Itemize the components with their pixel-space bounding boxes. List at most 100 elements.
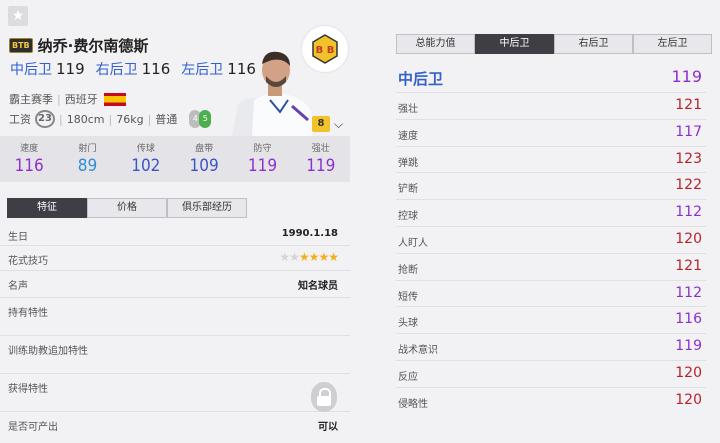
attribute-row: 反应 120 [396,359,706,387]
player-portrait [232,51,312,136]
attribute-label: 铲断 [398,184,418,196]
lock-icon [311,382,337,412]
stat-item: 射门 89 [58,136,116,182]
star-icon: ★ [328,250,339,264]
weight-value: 76kg [116,112,144,126]
stat-label: 强壮 [311,144,330,154]
stats-bar: 速度 116 射门 89 传球 102 盘带 109 防守 119 强壮 119 [0,136,350,182]
attribute-label: 人盯人 [398,237,428,249]
detail-row-producible: 是否可产出 可以 [8,422,338,433]
position-tabs: 总能力值 中后卫 右后卫 左后卫 [396,34,712,54]
height-value: 180cm [66,112,105,126]
physical-info-row: 工资 23 | 180cm | 76kg | 普通 4 5 [9,110,212,128]
nation-label: 西班牙 [64,93,98,106]
position-total: 119 [671,67,702,86]
detail-row-traits: 持有特性 [0,298,350,336]
attribute-value: 119 [675,338,702,355]
chevron-down-icon[interactable]: ⌵ [334,117,343,132]
attribute-label: 短传 [398,291,418,303]
attribute-label: 侵略性 [398,398,428,410]
stat-value: 89 [77,156,98,176]
attribute-value: 121 [675,257,702,274]
attribute-label: 强壮 [398,104,418,115]
attribute-value: 116 [675,311,702,328]
stat-item: 强壮 119 [292,136,350,182]
tab-overall[interactable]: 总能力值 [396,34,475,54]
attribute-label: 抢断 [398,264,418,276]
detail-row-reputation: 名声 知名球员 [0,271,350,298]
attribute-label: 速度 [398,130,418,142]
detail-row-birthday: 生日 1990.1.18 [0,222,350,246]
divider: | [147,112,152,126]
stat-value: 116 [14,156,44,176]
tab-club-history[interactable]: 俱乐部经历 [167,198,247,218]
star-icon: ★ [289,250,300,264]
club-logo: B B [302,26,348,72]
attribute-value: 112 [675,284,702,301]
attribute-value: 112 [675,204,702,221]
stat-item: 传球 102 [117,136,175,182]
attribute-label: 头球 [398,318,418,330]
divider: | [57,92,61,106]
attribute-row: 侵略性 120 [396,386,706,414]
foot-icon: 4 5 [189,110,212,128]
divider: | [59,112,63,126]
attribute-row: 抢断 121 [396,252,706,280]
position-rating-rb: 右后卫 116 [95,60,171,78]
detail-row-skill-moves: 花式技巧 ★★★★★★ [0,246,350,271]
divider: | [108,112,113,126]
club-season-label: 霸主赛季 [9,93,53,106]
stat-label: 传球 [136,144,155,154]
wage-badge: 23 [35,110,55,128]
club-nation-row: 霸主赛季 | 西班牙 [9,91,126,107]
attribute-value: 122 [675,177,702,194]
attribute-row: 弹跳 123 [396,145,706,173]
strong-foot-rating: 5 [199,110,212,128]
attribute-value: 123 [675,150,702,167]
detail-list: 生日 1990.1.18 花式技巧 ★★★★★★ 名声 知名球员 持有特性 训练… [0,222,350,438]
attribute-row: 短传 112 [396,279,706,307]
svg-text:B B: B B [316,45,335,56]
stat-label: 射门 [78,144,97,154]
tab-lb[interactable]: 左后卫 [633,34,712,54]
star-icon: ★ [308,250,320,264]
club-crest-icon: B B [312,34,338,64]
attribute-label: 反应 [398,371,418,383]
attribute-value: 120 [675,391,702,408]
enhance-level-badge: 8 [312,116,330,132]
favorite-star-icon[interactable]: ★ [8,6,28,26]
star-icon: ★ [279,250,290,264]
stat-value: 119 [306,156,336,176]
star-icon: ★ [298,250,310,264]
tab-price[interactable]: 价格 [87,198,167,218]
tab-cb[interactable]: 中后卫 [475,34,554,54]
attribute-row: 铲断 122 [396,172,706,199]
attribute-value: 120 [675,230,702,247]
position-title: 中后卫 [398,70,444,88]
attribute-row: 战术意识 119 [396,333,706,360]
position-rating-cb: 中后卫 119 [10,60,85,78]
position-header: 中后卫 119 [396,66,706,92]
attribute-row: 速度 117 [396,118,706,146]
detail-row-acquired-traits: 获得特性 [0,374,350,412]
attribute-label: 控球 [398,211,418,223]
skill-stars: ★★★★★★ [279,250,339,264]
tab-rb[interactable]: 右后卫 [554,34,633,54]
stat-item: 防守 119 [233,136,291,182]
player-name-row: BTB 纳乔·费尔南德斯 [9,35,148,56]
stat-label: 盘带 [195,144,214,154]
stat-value: 102 [131,156,161,176]
stat-label: 速度 [20,144,39,154]
season-badge: BTB [9,38,33,53]
tab-traits[interactable]: 特征 [7,198,87,218]
player-name: 纳乔·费尔南德斯 [37,37,149,55]
detail-row-coach-traits: 训练助教追加特性 [0,336,350,374]
attribute-value: 120 [675,364,702,381]
body-type-value: 普通 [155,113,178,126]
position-ratings: 中后卫 119 右后卫 116 左后卫 116 [10,59,256,79]
attribute-value: 121 [675,97,702,113]
wage-label: 工资 [9,113,31,126]
attribute-row: 头球 116 [396,306,706,333]
stat-item: 盘带 109 [175,136,233,182]
attribute-list: 强壮 121 速度 117 弹跳 123 铲断 122 控球 112 人盯人 120 抢断 121 短传 11… [396,92,706,414]
